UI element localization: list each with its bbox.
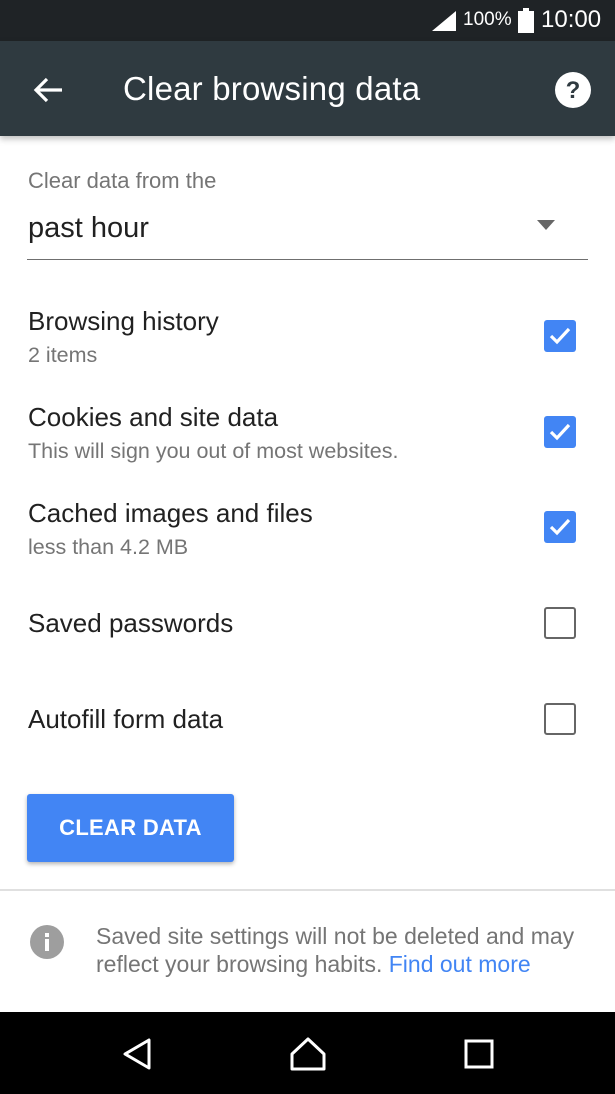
back-triangle-icon[interactable] <box>117 1034 157 1074</box>
clock: 10:00 <box>541 6 602 33</box>
option-autofill[interactable]: Autofill form data <box>0 682 615 772</box>
option-label: Autofill form data <box>28 704 224 734</box>
home-icon[interactable] <box>288 1034 328 1074</box>
recents-icon[interactable] <box>459 1034 499 1074</box>
info-icon <box>30 925 64 959</box>
option-label: Saved passwords <box>28 608 234 638</box>
option-browsing-history[interactable]: Browsing history 2 items <box>0 298 615 388</box>
browsing-history-checkbox[interactable] <box>544 320 576 352</box>
info-text: Saved site settings will not be deleted … <box>96 922 576 978</box>
option-label: Cookies and site data <box>28 402 279 432</box>
dropdown-arrow-icon <box>537 220 555 230</box>
option-cached-images[interactable]: Cached images and files less than 4.2 MB <box>0 490 615 580</box>
option-cookies[interactable]: Cookies and site data This will sign you… <box>0 394 615 484</box>
time-range-dropdown[interactable]: past hour <box>27 200 588 260</box>
help-icon[interactable]: ? <box>553 70 593 110</box>
battery-icon <box>518 8 534 33</box>
battery-percent: 100% <box>463 9 512 30</box>
info-footer: Saved site settings will not be deleted … <box>0 890 615 1012</box>
saved-passwords-checkbox[interactable] <box>544 607 576 639</box>
status-bar: 100% 10:00 <box>0 0 615 41</box>
option-label: Browsing history <box>28 306 219 336</box>
option-detail: 2 items <box>28 343 98 367</box>
option-label: Cached images and files <box>28 498 313 528</box>
cookies-checkbox[interactable] <box>544 416 576 448</box>
svg-text:?: ? <box>566 77 581 104</box>
back-arrow-icon[interactable] <box>26 68 70 112</box>
page-title: Clear browsing data <box>123 70 421 107</box>
clear-data-button[interactable]: CLEAR DATA <box>27 794 234 862</box>
option-saved-passwords[interactable]: Saved passwords <box>0 586 615 676</box>
app-bar: Clear browsing data ? <box>0 41 615 136</box>
option-detail: This will sign you out of most websites. <box>28 439 399 463</box>
autofill-checkbox[interactable] <box>544 703 576 735</box>
option-detail: less than 4.2 MB <box>28 535 189 559</box>
cached-images-checkbox[interactable] <box>544 511 576 543</box>
time-range-label: Clear data from the <box>28 168 217 193</box>
signal-icon <box>432 11 456 31</box>
system-nav-bar <box>0 1012 615 1094</box>
find-out-more-link[interactable]: Find out more <box>389 951 531 977</box>
time-range-value: past hour <box>28 212 149 244</box>
